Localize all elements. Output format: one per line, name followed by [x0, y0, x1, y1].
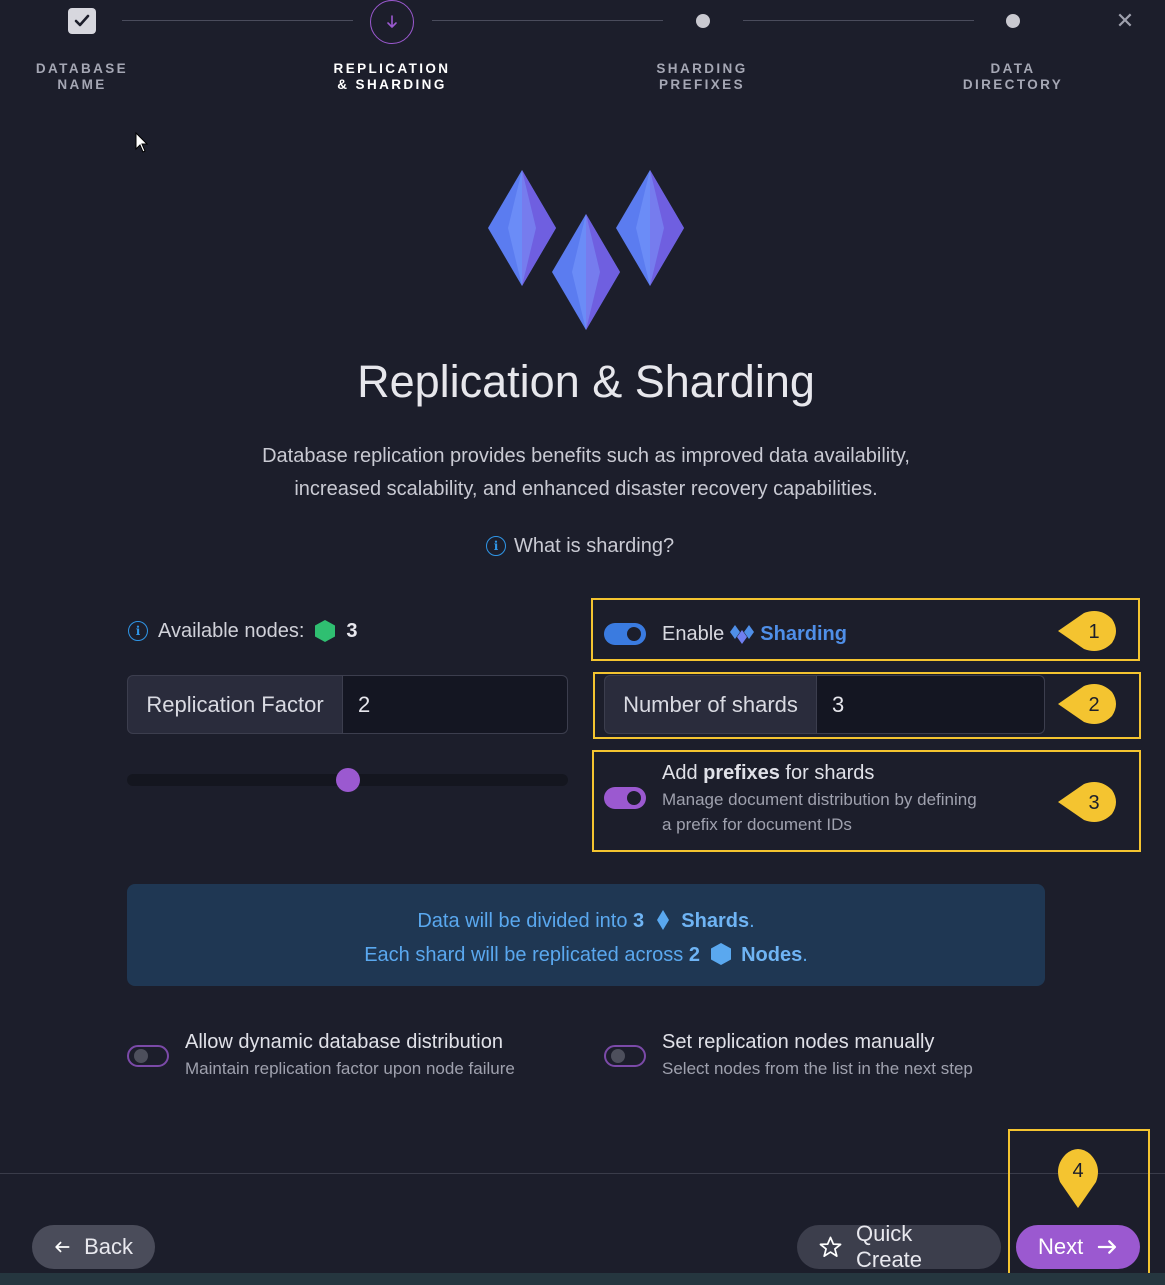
manual-nodes-title: Set replication nodes manually: [662, 1031, 935, 1053]
callout-number: 2: [1088, 694, 1099, 716]
callout-marker-2: 2: [1058, 684, 1116, 724]
add-prefixes-subtitle: Manage document distribution by defining…: [662, 787, 977, 837]
callout-marker-3: 3: [1058, 782, 1116, 822]
enable-sharding-toggle[interactable]: [604, 623, 646, 645]
add-prefixes-toggle[interactable]: [604, 787, 646, 809]
close-icon[interactable]: ✕: [1110, 6, 1140, 36]
description-line: Database replication provides benefits s…: [262, 445, 910, 467]
prefixes-sub-line: a prefix for document IDs: [662, 815, 852, 834]
next-label: Next: [1038, 1234, 1084, 1259]
wizard-stepper: DATABASE NAME REPLICATION & SHARDING SHA…: [0, 0, 1165, 110]
summary-text: .: [802, 944, 808, 966]
sharding-word: Sharding: [760, 622, 847, 645]
callout-number: 4: [1072, 1160, 1083, 1182]
quick-create-label: Quick Create: [856, 1221, 923, 1272]
callout-marker-1: 1: [1058, 611, 1116, 651]
what-is-sharding-link[interactable]: i What is sharding?: [486, 532, 674, 560]
bottom-strip: [0, 1273, 1165, 1285]
manual-nodes-subtitle: Select nodes from the list in the next s…: [662, 1059, 973, 1078]
arrow-right-icon: [1098, 1240, 1117, 1254]
step-label-replication-sharding[interactable]: REPLICATION & SHARDING: [292, 61, 492, 93]
what-is-sharding-label: What is sharding?: [514, 534, 675, 557]
description-line: increased scalability, and enhanced disa…: [294, 478, 878, 500]
number-of-shards-group: Number of shards 3: [604, 675, 1045, 734]
step-label-database-name[interactable]: DATABASE NAME: [0, 61, 182, 93]
callout-number: 3: [1088, 792, 1099, 814]
step-pending-dot-icon[interactable]: [1006, 14, 1020, 28]
sharding-small-icon: [730, 625, 755, 644]
page-description: Database replication provides benefits s…: [0, 440, 1165, 506]
summary-line-nodes: Each shard will be replicated across 2 N…: [127, 938, 1045, 972]
shard-diamond-icon: [656, 910, 669, 930]
node-hexagon-icon: [315, 620, 336, 642]
mouse-cursor-icon: [135, 132, 149, 153]
star-icon: [819, 1236, 842, 1257]
add-prefixes-title: Add prefixes for shards: [662, 762, 874, 785]
dynamic-distribution-toggle[interactable]: [127, 1045, 169, 1067]
callout-number: 1: [1088, 621, 1099, 643]
node-hexagon-icon: [710, 943, 731, 965]
number-of-shards-label: Number of shards: [604, 675, 817, 734]
back-label: Back: [84, 1234, 133, 1259]
step-current-arrow-icon[interactable]: [370, 0, 414, 44]
replication-factor-input[interactable]: 2: [343, 675, 568, 734]
number-of-shards-input[interactable]: 3: [817, 675, 1045, 734]
available-nodes-count: 3: [346, 619, 358, 642]
enable-sharding-label: Enable Sharding: [662, 620, 847, 648]
prefixes-sub-line: Manage document distribution by defining: [662, 790, 977, 809]
step-connector: [432, 20, 663, 21]
step-label-data-directory[interactable]: DATA DIRECTORY: [913, 61, 1113, 93]
quick-create-button[interactable]: Quick Create: [797, 1221, 1001, 1272]
sharding-summary-panel: Data will be divided into 3 Shards. Each…: [127, 884, 1045, 986]
arrow-left-icon: [55, 1241, 70, 1253]
summary-text: .: [749, 910, 755, 932]
step-done-check-icon[interactable]: [68, 8, 96, 34]
replication-factor-group: Replication Factor 2: [127, 675, 568, 734]
summary-shards-word: Shards: [681, 910, 750, 932]
summary-line-shards: Data will be divided into 3 Shards.: [127, 904, 1045, 938]
summary-nodes-word: Nodes: [741, 944, 803, 966]
summary-text: Each shard will be replicated across: [364, 944, 689, 966]
available-nodes: i Available nodes: 3: [128, 617, 358, 645]
prefixes-title-bold: prefixes: [703, 762, 780, 784]
dynamic-distribution-subtitle: Maintain replication factor upon node fa…: [185, 1059, 515, 1078]
prefixes-title-pre: Add: [662, 762, 704, 784]
step-connector: [743, 20, 974, 21]
page-title: Replication & Sharding: [357, 356, 815, 407]
info-icon[interactable]: i: [128, 621, 148, 641]
prefixes-title-post: for shards: [779, 762, 875, 784]
replication-factor-label: Replication Factor: [127, 675, 343, 734]
available-nodes-label: Available nodes:: [158, 619, 305, 642]
footer-divider: [0, 1173, 1165, 1174]
summary-shards-count: 3: [633, 910, 645, 932]
info-icon: i: [486, 536, 506, 556]
enable-word: Enable: [662, 622, 725, 645]
sharding-logo-icon: [488, 170, 684, 330]
step-pending-dot-icon[interactable]: [696, 14, 710, 28]
manual-nodes-toggle[interactable]: [604, 1045, 646, 1067]
next-button[interactable]: Next: [1016, 1225, 1140, 1269]
step-connector: [122, 20, 353, 21]
dynamic-distribution-title: Allow dynamic database distribution: [185, 1031, 503, 1053]
summary-text: Data will be divided into: [417, 910, 634, 932]
slider-thumb[interactable]: [336, 768, 360, 792]
callout-marker-4: 4: [1058, 1149, 1098, 1208]
back-button[interactable]: Back: [32, 1225, 155, 1269]
summary-nodes-count: 2: [688, 944, 700, 966]
step-label-sharding-prefixes[interactable]: SHARDING PREFIXES: [602, 61, 802, 93]
